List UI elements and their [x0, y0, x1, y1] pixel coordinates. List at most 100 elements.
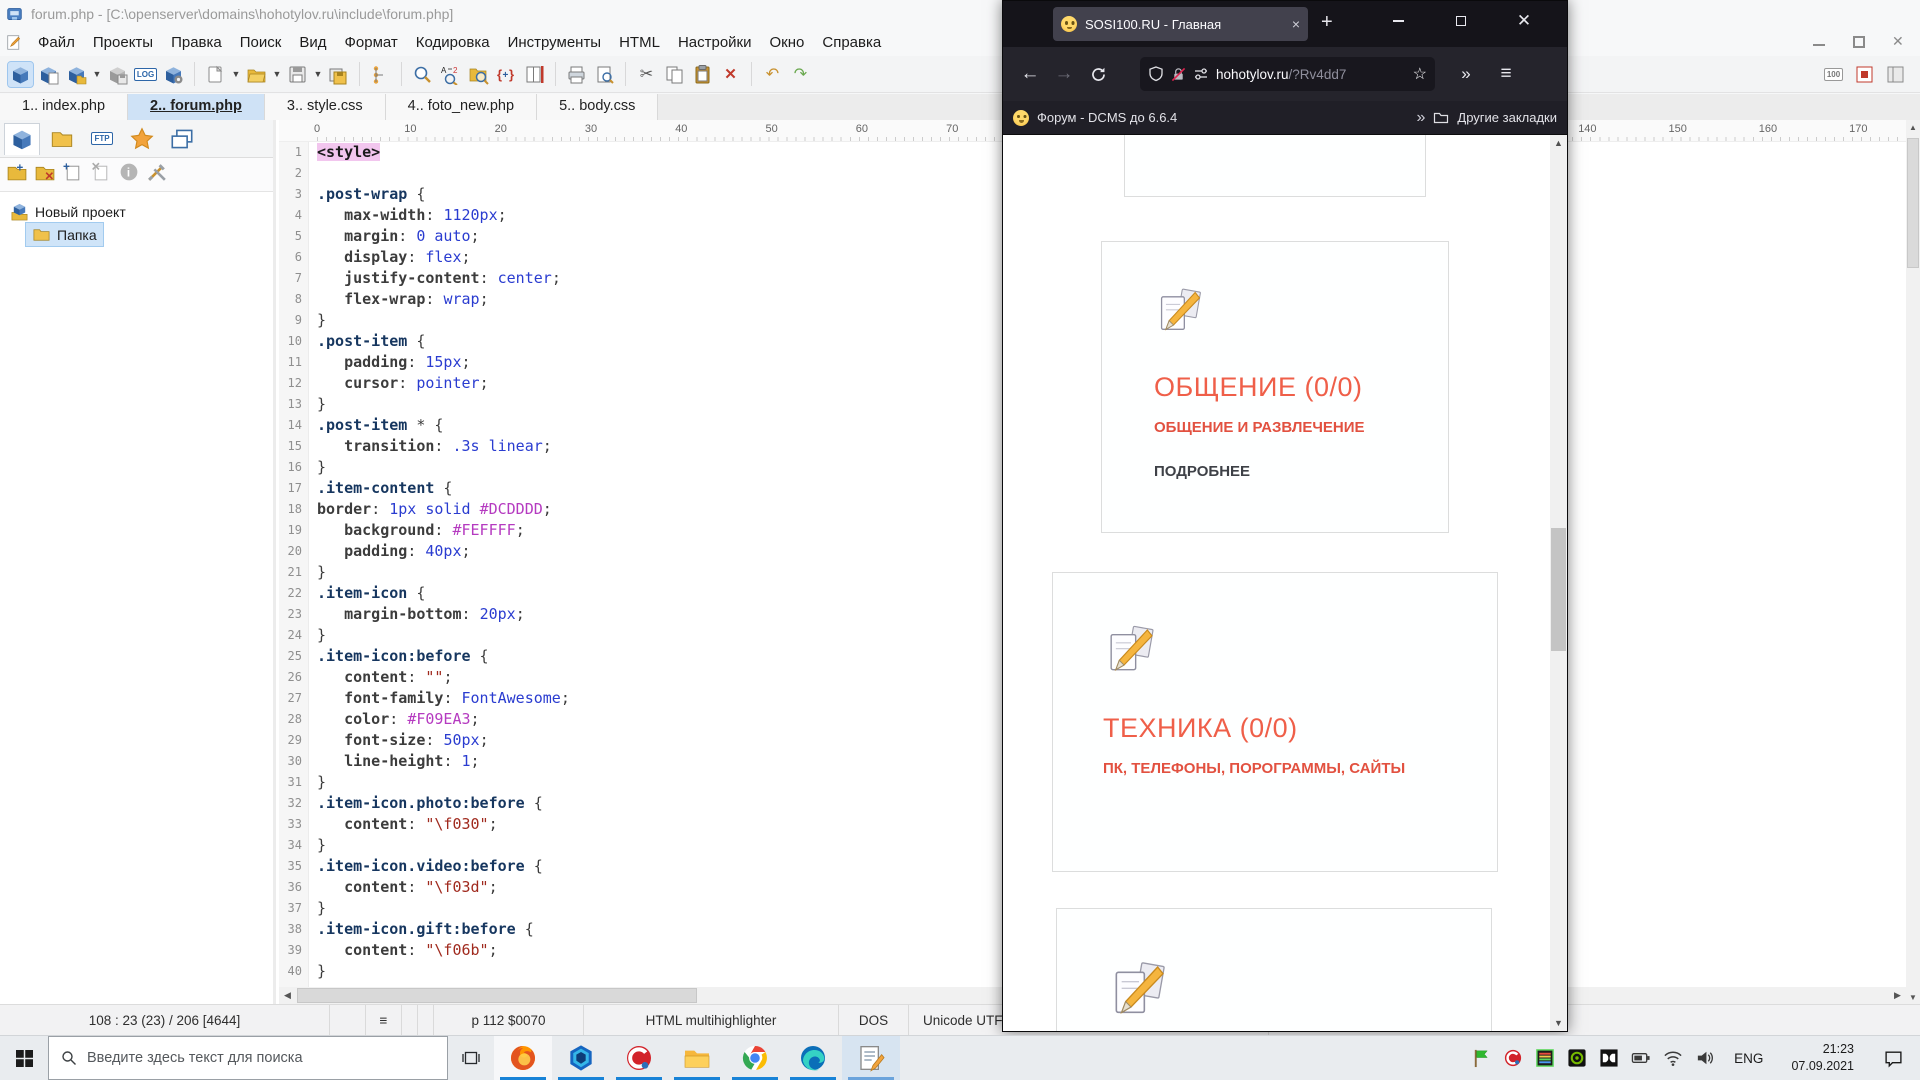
taskbar-app-edge[interactable] [784, 1036, 842, 1080]
action-center-button[interactable] [1874, 1049, 1912, 1068]
log-icon[interactable]: LOG [133, 62, 158, 87]
url-bar[interactable]: hohotylov.ru/?Rv4dd7 ☆ [1140, 57, 1435, 91]
taskbar-clock[interactable]: 21:23 07.09.2021 [1781, 1041, 1864, 1075]
page-scroll-thumb[interactable] [1551, 528, 1566, 651]
menu-item-кодировка[interactable]: Кодировка [407, 32, 499, 53]
print-icon[interactable] [564, 62, 589, 87]
browser-minimize-button[interactable] [1375, 1, 1421, 41]
redo-icon[interactable]: ↷ [788, 62, 813, 87]
forward-arrow-icon[interactable]: → [1047, 57, 1081, 91]
find-in-files-icon[interactable] [466, 62, 491, 87]
panel-tab-folder-icon[interactable] [44, 123, 80, 155]
project-root-item[interactable]: Новый проект [4, 200, 132, 223]
menu-item-окно[interactable]: Окно [761, 32, 814, 53]
file-tab-..forum.php[interactable]: 2.. forum.php [128, 94, 265, 120]
browser-close-button[interactable]: ✕ [1501, 1, 1547, 41]
tray-ccleaner-small-icon[interactable] [1502, 1047, 1524, 1069]
panel-tab-ftp-icon[interactable]: FTP [84, 123, 120, 155]
open-folder-icon[interactable] [244, 62, 269, 87]
bookmarks-overflow-icon[interactable]: » [1416, 109, 1425, 127]
taskbar-app-firefox[interactable] [494, 1036, 552, 1080]
panel-tool-file-remove-icon[interactable]: ✕ [90, 161, 112, 188]
panel-tab-project-cube-icon[interactable] [4, 123, 40, 155]
start-button[interactable] [0, 1036, 48, 1080]
print-preview-icon[interactable] [592, 62, 617, 87]
project-cube-folder-icon[interactable] [64, 62, 89, 87]
project-cube-icon[interactable] [8, 62, 33, 87]
menu-item-проекты[interactable]: Проекты [84, 32, 162, 53]
bookmark-item[interactable]: Форум - DCMS до 6.6.4 [1037, 110, 1177, 125]
brace-insert-icon[interactable]: {+} [494, 62, 519, 87]
editor-close-button[interactable] [1892, 35, 1906, 49]
tray-dolby-icon[interactable] [1598, 1047, 1620, 1069]
editor-vertical-scrollbar[interactable]: ▲ ▼ [1906, 120, 1920, 1004]
keyboard-language-indicator[interactable]: ENG [1726, 1051, 1771, 1066]
panel-tool-tools-icon[interactable] [146, 161, 168, 188]
scroll-right-arrow-icon[interactable]: ▶ [1889, 987, 1906, 1004]
book-view-icon[interactable] [522, 62, 547, 87]
hamburger-menu-icon[interactable]: ≡ [1491, 63, 1521, 85]
taskbar-search-input[interactable]: Введите здесь текст для поиска [48, 1036, 448, 1080]
panel-tool-folder-add-icon[interactable]: + [6, 161, 28, 188]
menu-item-правка[interactable]: Правка [162, 32, 231, 53]
dropdown-caret-icon[interactable]: ▼ [92, 69, 102, 79]
forum-card-partial-bottom[interactable] [1056, 908, 1492, 1031]
file-tab-..style.css[interactable]: 3.. style.css [265, 94, 386, 120]
replace-icon[interactable]: A2 [438, 62, 463, 87]
project-folder-item[interactable]: Папка [26, 223, 103, 246]
panel-box-icon[interactable] [1883, 62, 1908, 87]
forum-category-card[interactable]: ТЕХНИКА (0/0)ПК, ТЕЛЕФОНЫ, ПОРОГРАММЫ, С… [1052, 572, 1498, 872]
taskbar-app-chrome[interactable] [726, 1036, 784, 1080]
toolbar-overflow-icon[interactable]: » [1451, 64, 1481, 84]
copy-icon[interactable] [662, 62, 687, 87]
menu-item-файл[interactable]: Файл [29, 32, 84, 53]
page-scroll-up-icon[interactable]: ▲ [1550, 135, 1567, 151]
scroll-up-arrow-icon[interactable]: ▲ [1906, 120, 1920, 134]
panel-tool-file-add-icon[interactable]: + [62, 161, 84, 188]
card-more-link[interactable]: ПОДРОБНЕЕ [1154, 463, 1428, 480]
tray-openserver-flag-icon[interactable] [1470, 1047, 1492, 1069]
file-tab-..fotonew.php[interactable]: 4.. foto_new.php [386, 94, 537, 120]
vscroll-thumb[interactable] [1907, 138, 1919, 268]
menu-item-поиск[interactable]: Поиск [231, 32, 291, 53]
page-scroll-down-icon[interactable]: ▼ [1550, 1015, 1567, 1031]
paste-icon[interactable] [690, 62, 715, 87]
page-scrollbar[interactable]: ▲ ▼ [1550, 135, 1567, 1031]
panel-tool-folder-remove-icon[interactable]: ✕ [34, 161, 56, 188]
taskbar-app-ccleaner[interactable] [610, 1036, 668, 1080]
bookmark-star-icon[interactable]: ☆ [1413, 64, 1427, 84]
save-file-icon[interactable] [285, 62, 310, 87]
tray-volume-icon[interactable] [1694, 1047, 1716, 1069]
project-cube-page-icon[interactable] [36, 62, 61, 87]
dropdown-caret-icon[interactable]: ▼ [272, 69, 282, 79]
panel-tool-info-icon[interactable]: i [118, 161, 140, 188]
task-view-button[interactable] [448, 1036, 494, 1080]
panel-tab-windows-cascade-icon[interactable] [164, 123, 200, 155]
search-icon[interactable] [410, 62, 435, 87]
tree-structure-icon[interactable] [368, 62, 393, 87]
hscroll-thumb[interactable] [297, 988, 697, 1003]
tray-battery-icon[interactable] [1630, 1047, 1652, 1069]
taskbar-app-texteditor[interactable] [842, 1036, 900, 1080]
panel-tab-star-icon[interactable] [124, 123, 160, 155]
save-all-icon[interactable] [326, 62, 351, 87]
new-file-icon[interactable] [203, 62, 228, 87]
dropdown-caret-icon[interactable]: ▼ [231, 69, 241, 79]
menu-item-справка[interactable]: Справка [813, 32, 890, 53]
file-tab-..index.php[interactable]: 1.. index.php [0, 94, 128, 120]
forum-category-card[interactable]: ОБЩЕНИЕ (0/0)ОБЩЕНИЕ И РАЗВЛЕЧЕНИЕПОДРОБ… [1101, 241, 1449, 533]
menu-item-формат[interactable]: Формат [335, 32, 406, 53]
tab-close-icon[interactable]: × [1292, 16, 1300, 32]
zoom-100-icon[interactable]: 100 [1821, 62, 1846, 87]
taskbar-app-explorer[interactable] [668, 1036, 726, 1080]
scroll-down-arrow-icon[interactable]: ▼ [1906, 990, 1920, 1004]
tray-wifi-icon[interactable] [1662, 1047, 1684, 1069]
project-cube-save-icon[interactable] [105, 62, 130, 87]
other-bookmarks-button[interactable]: Другие закладки [1457, 110, 1557, 125]
undo-icon[interactable]: ↶ [760, 62, 785, 87]
reload-icon[interactable] [1081, 57, 1115, 91]
browser-tab[interactable]: SOSI100.RU - Главная × [1053, 7, 1308, 41]
tray-memory-grid-icon[interactable] [1534, 1047, 1556, 1069]
url-text[interactable]: hohotylov.ru/?Rv4dd7 [1216, 67, 1406, 82]
delete-icon[interactable]: ✕ [718, 62, 743, 87]
